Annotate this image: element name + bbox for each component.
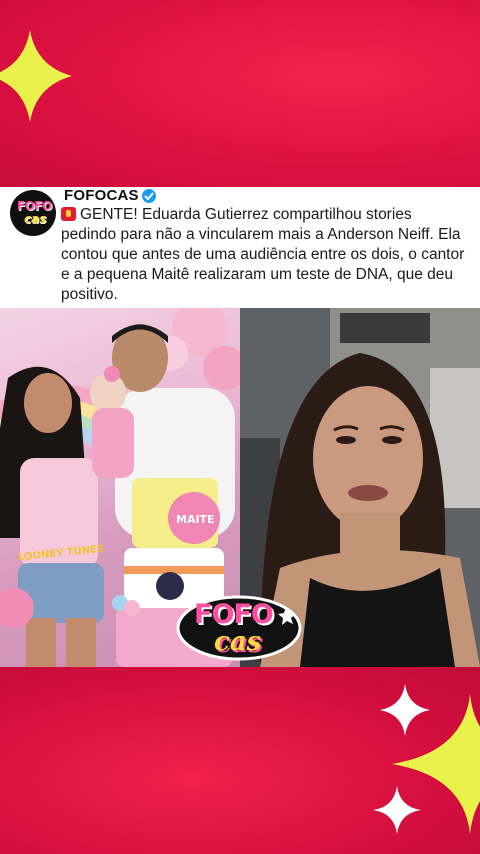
- post-text: GENTE! Eduarda Gutierrez compartilhou st…: [61, 205, 471, 305]
- avatar-text-bottom: cas: [24, 212, 47, 226]
- avatar-text-top: FOFO: [17, 199, 52, 213]
- logo-text-top: FOFO: [194, 599, 274, 630]
- fofocas-logo: FOFO cas: [176, 593, 302, 663]
- top-red-banner: [0, 0, 480, 187]
- avatar[interactable]: FOFO cas: [10, 190, 56, 236]
- post-body: GENTE! Eduarda Gutierrez compartilhou st…: [61, 206, 465, 303]
- siren-icon: [61, 207, 76, 221]
- cake-topper-text: MAITE: [176, 513, 215, 526]
- verified-badge-icon: [142, 189, 156, 203]
- post-card: FOFO cas FOFOCAS GENTE! Eduarda Gutierre…: [0, 187, 480, 308]
- sparkle-icon: [0, 30, 72, 122]
- logo-text-bottom: cas: [214, 627, 262, 657]
- sparkle-icon: [373, 786, 421, 834]
- account-name[interactable]: FOFOCAS: [64, 187, 139, 204]
